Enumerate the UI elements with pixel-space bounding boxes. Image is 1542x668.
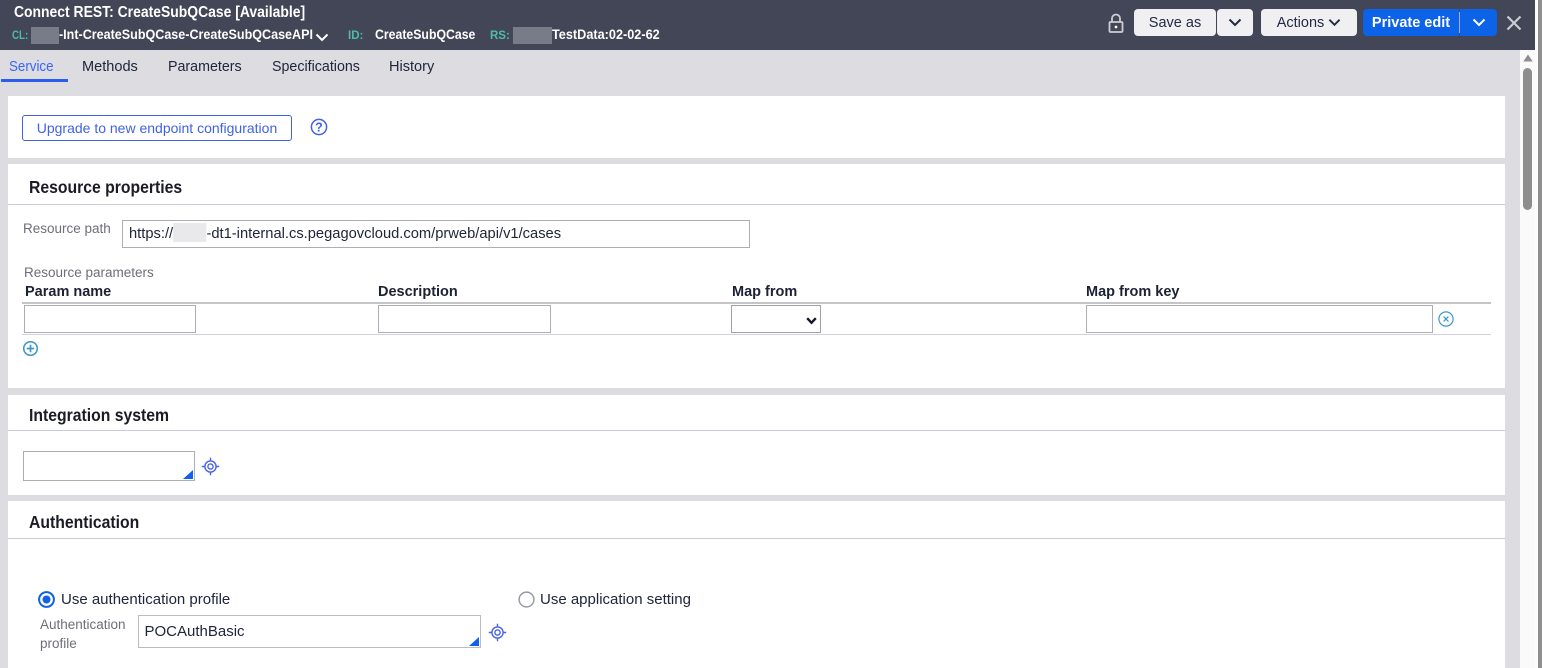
- svg-text:?: ?: [315, 121, 323, 135]
